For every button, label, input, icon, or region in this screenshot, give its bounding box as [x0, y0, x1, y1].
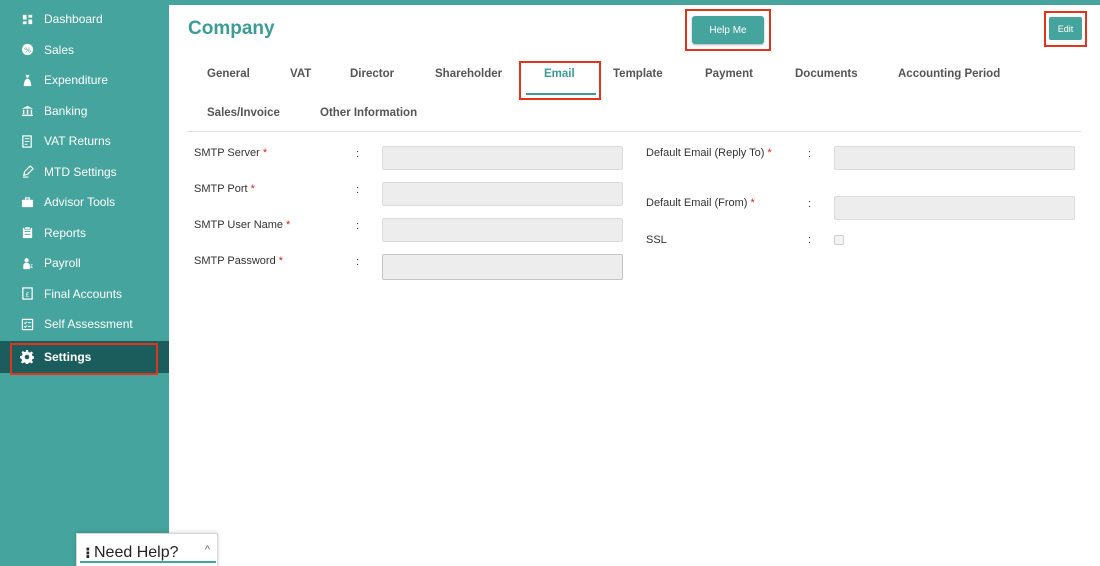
sidebar-item-settings[interactable]: Settings [0, 340, 169, 373]
sidebar-item-sales[interactable]: % Sales [0, 35, 169, 66]
label-text: SMTP Password [194, 255, 276, 267]
svg-text:£: £ [25, 291, 29, 299]
field-colon: : [356, 256, 360, 268]
tab-other-information[interactable]: Other Information [320, 107, 417, 119]
need-help-label: Need Help? [94, 544, 179, 561]
default-email-reply-to-input[interactable] [834, 146, 1075, 170]
svg-text:£: £ [29, 264, 33, 270]
sidebar-item-expenditure[interactable]: Expenditure [0, 65, 169, 96]
tab-documents[interactable]: Documents [795, 68, 858, 80]
gear-icon [20, 349, 34, 364]
sidebar-item-label: Advisor Tools [44, 195, 116, 210]
smtp-port-label: SMTP Port * [194, 183, 255, 195]
sidebar-item-dashboard[interactable]: Dashboard [0, 4, 169, 35]
field-colon: : [356, 184, 360, 196]
help-highlight: Help Me [685, 9, 771, 51]
edit-button[interactable]: Edit [1049, 17, 1082, 40]
field-colon: : [356, 148, 360, 160]
need-help-widget[interactable]: ⁝ Need Help? ^ [76, 533, 218, 566]
reports-icon [20, 226, 34, 240]
mtd-settings-icon [20, 165, 34, 179]
smtp-user-name-input[interactable] [382, 218, 623, 242]
default-email-from-label: Default Email (From) * [646, 197, 755, 209]
sidebar-nav: Dashboard % Sales Expenditure Banking VA… [0, 4, 169, 373]
smtp-server-input[interactable] [382, 146, 623, 170]
expenditure-icon [20, 73, 34, 87]
label-text: SMTP User Name [194, 219, 284, 231]
need-help-underline [80, 561, 216, 563]
label-text: Default Email (From) [646, 197, 748, 209]
ssl-label: SSL [646, 234, 667, 246]
vat-returns-icon [20, 134, 34, 148]
label-text: SMTP Server [194, 147, 260, 159]
field-colon: : [808, 148, 812, 160]
sidebar-item-label: Final Accounts [44, 286, 123, 301]
sidebar-item-vat-returns[interactable]: VAT Returns [0, 126, 169, 157]
field-colon: : [356, 220, 360, 232]
edit-highlight: Edit [1044, 11, 1087, 47]
default-email-reply-to-label: Default Email (Reply To) * [646, 147, 772, 159]
self-assessment-icon [20, 317, 34, 331]
field-colon: : [808, 234, 812, 246]
smtp-password-input[interactable] [382, 254, 623, 280]
required-marker: * [250, 183, 255, 195]
sidebar-item-mtd-settings[interactable]: MTD Settings [0, 157, 169, 188]
tab-sales-invoice[interactable]: Sales/Invoice [207, 107, 280, 119]
help-me-button[interactable]: Help Me [692, 16, 764, 44]
tab-template[interactable]: Template [613, 68, 663, 80]
required-marker: * [262, 147, 268, 159]
required-marker: * [286, 219, 291, 231]
page-title: Company [188, 18, 275, 39]
main-content: Company Help Me Edit General VAT Directo… [169, 5, 1100, 566]
field-colon: : [808, 198, 812, 210]
smtp-password-label: SMTP Password * [194, 255, 283, 267]
drag-handle-icon[interactable]: ⁝ [85, 544, 91, 562]
payroll-icon: £ [20, 256, 34, 270]
active-tab-indicator [526, 93, 596, 95]
tabs-divider [187, 131, 1081, 132]
label-text: Default Email (Reply To) [646, 147, 765, 159]
ssl-checkbox[interactable] [834, 235, 844, 245]
dashboard-icon [20, 12, 34, 26]
sidebar-item-label: Payroll [44, 256, 81, 271]
sidebar-item-label: VAT Returns [44, 134, 111, 149]
required-marker: * [278, 255, 283, 267]
smtp-server-label: SMTP Server * [194, 147, 267, 159]
tab-payment[interactable]: Payment [705, 68, 753, 80]
tab-email[interactable]: Email [544, 68, 575, 80]
required-marker: * [767, 147, 772, 159]
svg-text:%: % [23, 46, 30, 55]
sidebar-item-payroll[interactable]: £ Payroll [0, 248, 169, 279]
sidebar-item-label: Self Assessment [44, 317, 133, 332]
sidebar-item-label: Sales [44, 42, 75, 57]
briefcase-icon [20, 195, 34, 209]
required-marker: * [750, 197, 755, 209]
sidebar-item-label: Settings [44, 349, 92, 364]
sidebar-item-label: Expenditure [44, 73, 109, 88]
smtp-port-input[interactable] [382, 182, 623, 206]
sidebar-item-label: MTD Settings [44, 164, 117, 179]
tab-general[interactable]: General [207, 68, 250, 80]
sidebar-item-label: Dashboard [44, 12, 103, 27]
chevron-up-icon[interactable]: ^ [205, 544, 210, 556]
bank-icon [20, 104, 34, 118]
default-email-from-input[interactable] [834, 196, 1075, 220]
sidebar-item-banking[interactable]: Banking [0, 96, 169, 127]
sidebar-item-self-assessment[interactable]: Self Assessment [0, 309, 169, 340]
smtp-user-name-label: SMTP User Name * [194, 219, 290, 231]
sidebar-item-reports[interactable]: Reports [0, 218, 169, 249]
label-text: SMTP Port [194, 183, 248, 195]
sales-icon: % [20, 43, 34, 57]
tab-accounting-period[interactable]: Accounting Period [898, 68, 1000, 80]
sidebar-item-final-accounts[interactable]: £ Final Accounts [0, 279, 169, 310]
tab-shareholder[interactable]: Shareholder [435, 68, 502, 80]
sidebar-item-advisor-tools[interactable]: Advisor Tools [0, 187, 169, 218]
sidebar-item-label: Reports [44, 225, 87, 240]
sidebar-item-label: Banking [44, 103, 88, 118]
tab-director[interactable]: Director [350, 68, 394, 80]
sidebar: Dashboard % Sales Expenditure Banking VA… [0, 0, 169, 566]
final-accounts-icon: £ [20, 287, 34, 301]
tab-vat[interactable]: VAT [290, 68, 311, 80]
